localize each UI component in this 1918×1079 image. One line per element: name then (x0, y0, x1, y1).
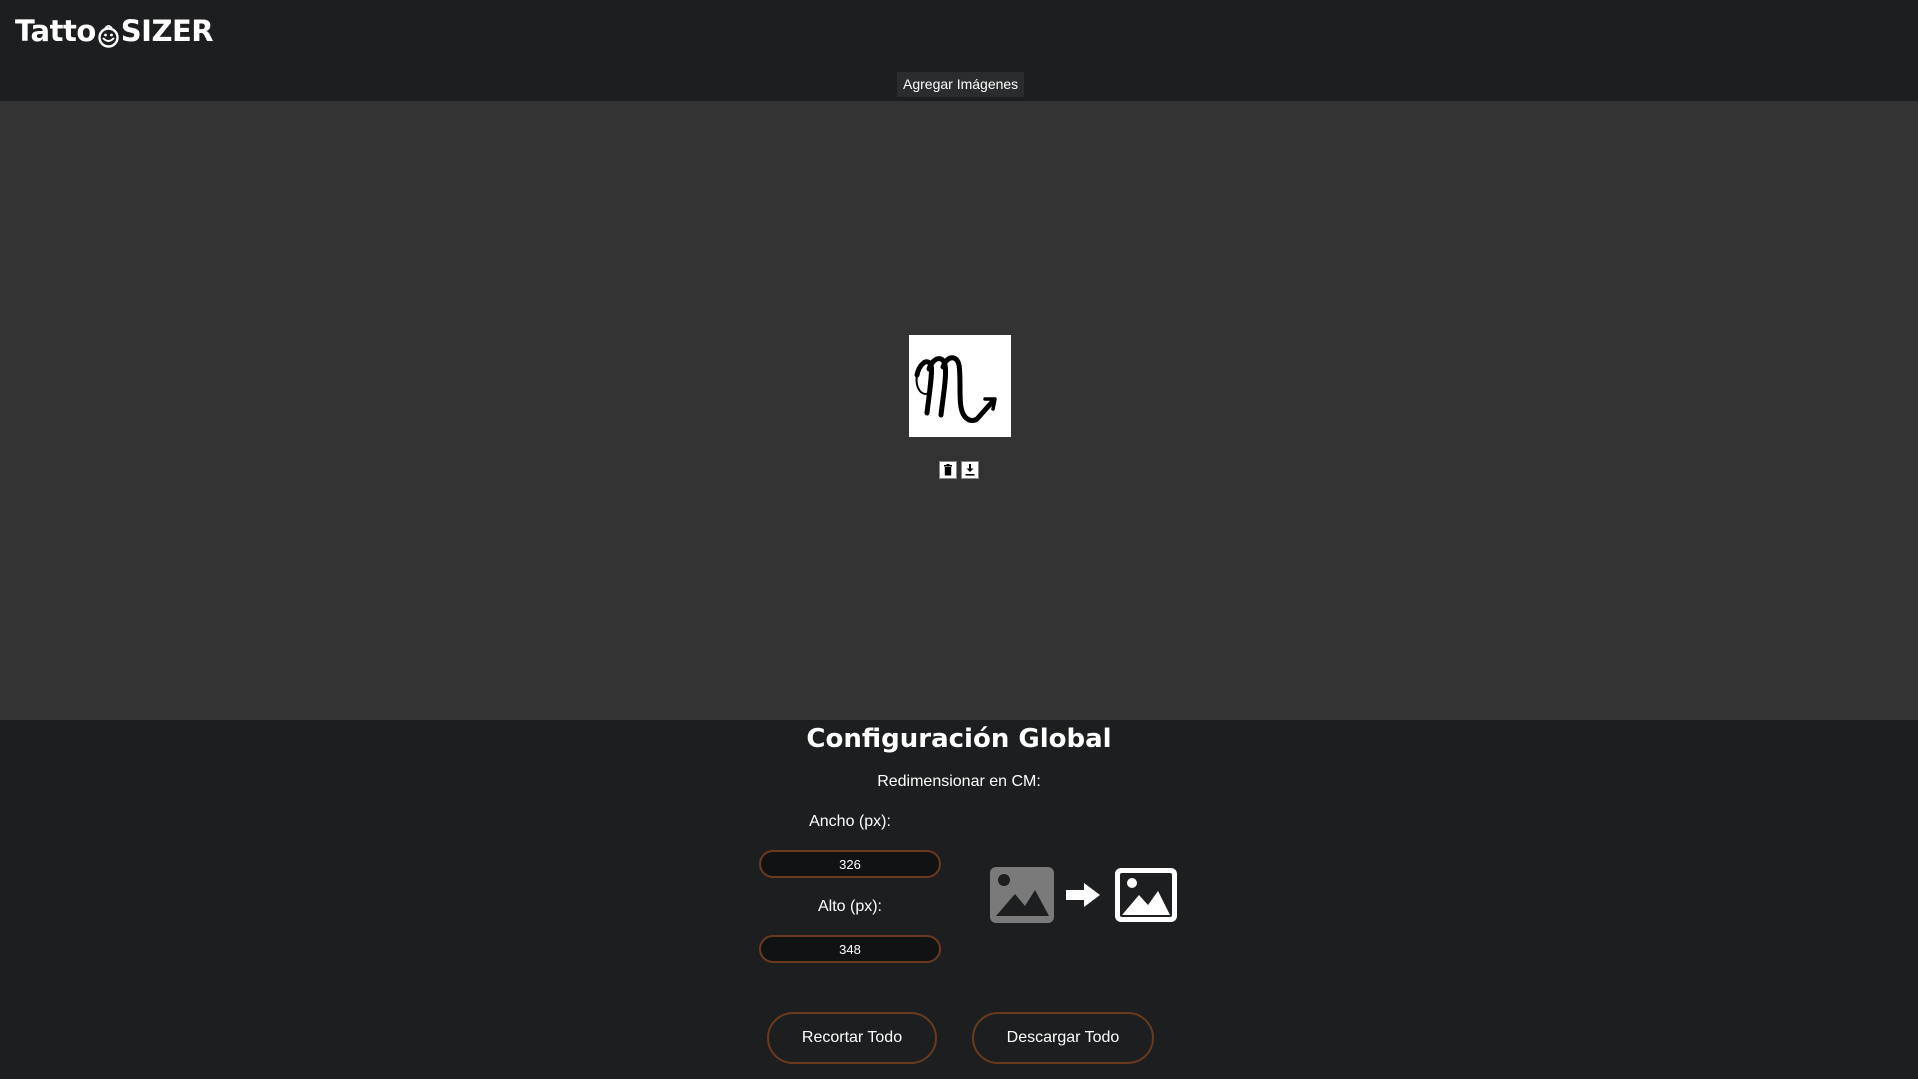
thumbnail-actions (939, 461, 979, 479)
height-label: Alto (px): (817, 898, 882, 915)
arrow-right-icon (1066, 883, 1100, 907)
delete-image-button[interactable] (939, 461, 957, 479)
m-scorpio-glyph-icon (914, 355, 997, 423)
width-label: Ancho (px): (809, 813, 891, 830)
config-title: Configuración Global (806, 724, 1112, 754)
add-images-button[interactable]: Agregar Imágenes (897, 72, 1025, 97)
image-small-icon (990, 867, 1054, 923)
resize-illustration (989, 866, 1179, 924)
trash-icon (944, 464, 952, 476)
image-large-icon (1115, 868, 1177, 922)
config-subtitle: Redimensionar en CM: (877, 773, 1041, 790)
logo-text-left: Tatto (15, 14, 96, 48)
logo-mark-icon (97, 21, 120, 48)
download-icon (965, 464, 975, 476)
app-logo: Tatto SIZER (15, 14, 214, 48)
width-input[interactable] (759, 850, 941, 878)
app-header: Tatto SIZER Agregar Imágenes (0, 0, 1918, 101)
image-thumbnail[interactable] (909, 335, 1011, 437)
download-all-button[interactable]: Descargar Todo (972, 1012, 1154, 1064)
crop-all-button[interactable]: Recortar Todo (767, 1012, 937, 1064)
download-image-button[interactable] (961, 461, 979, 479)
logo-text-right: SIZER (120, 14, 214, 48)
height-input[interactable] (759, 935, 941, 963)
